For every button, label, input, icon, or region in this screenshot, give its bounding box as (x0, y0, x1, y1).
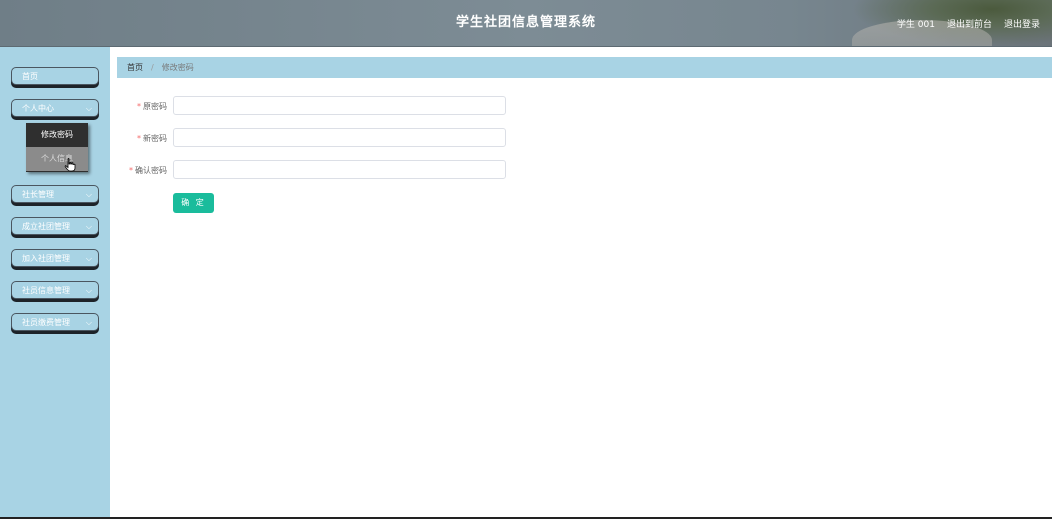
sidebar-item-label: 成立社团管理 (22, 222, 70, 231)
sidebar-item-label: 个人中心 (22, 104, 54, 113)
chevron-down-icon: ⌵ (85, 104, 92, 113)
submit-button[interactable]: 确 定 (173, 193, 214, 213)
breadcrumb-home-link[interactable]: 首页 (127, 62, 143, 73)
sidebar-item-label: 加入社团管理 (22, 254, 70, 263)
submenu-item-personal-info[interactable]: 个人信息 (26, 147, 88, 171)
chevron-down-icon: ⌵ (85, 254, 92, 263)
sidebar-item-personal-center[interactable]: 个人中心 ⌵ (11, 99, 99, 117)
header-links: 学生 001 退出到前台 退出登录 (897, 0, 1040, 46)
sidebar-item-home[interactable]: 首页 (11, 67, 99, 85)
chevron-down-icon: ⌵ (85, 190, 92, 199)
sidebar-item-club-founding-management[interactable]: 成立社团管理 ⌵ (11, 217, 99, 235)
confirm-password-label: * 确认密码 (129, 166, 167, 175)
logout-link[interactable]: 退出登录 (1004, 17, 1040, 30)
current-user-label: 学生 001 (896, 19, 935, 30)
sidebar-item-member-info-management[interactable]: 社员信息管理 ⌵ (11, 281, 99, 299)
site-title: 学生社团信息管理系统 (455, 15, 596, 30)
breadcrumb-separator: / (151, 63, 154, 72)
sidebar-item-member-fee-management[interactable]: 社员缴费管理 ⌵ (11, 313, 99, 331)
chevron-down-icon: ⌵ (85, 318, 92, 327)
sidebar: 首页 个人中心 ⌵ 社长管理 ⌵ 成立社团管理 ⌵ 加入社团管理 ⌵ 社员信息管… (0, 47, 110, 519)
back-to-frontend-link[interactable]: 退出到前台 (947, 17, 992, 30)
sidebar-item-label: 社长管理 (22, 190, 54, 199)
confirm-password-input[interactable] (173, 160, 506, 179)
personal-center-submenu: 修改密码 个人信息 (26, 123, 88, 172)
old-password-label: * 原密码 (137, 102, 167, 111)
old-password-input[interactable] (173, 96, 506, 115)
breadcrumb-current: 修改密码 (161, 63, 194, 72)
new-password-label: * 新密码 (137, 134, 167, 143)
main-content: 首页 / 修改密码 * 原密码 * 新密码 * 确认密码 确 定 (111, 47, 1052, 519)
breadcrumb: 首页 / 修改密码 (117, 57, 1052, 78)
sidebar-item-label: 首页 (22, 72, 38, 81)
chevron-down-icon: ⌵ (85, 286, 92, 295)
sidebar-item-join-club-management[interactable]: 加入社团管理 ⌵ (11, 249, 99, 267)
sidebar-item-president-management[interactable]: 社长管理 ⌵ (11, 185, 99, 203)
new-password-input[interactable] (173, 128, 506, 147)
sidebar-item-label: 社员信息管理 (22, 286, 70, 295)
hand-pointer-cursor-icon (64, 158, 76, 172)
sidebar-item-label: 社员缴费管理 (22, 318, 70, 327)
chevron-down-icon: ⌵ (85, 222, 92, 231)
submenu-item-change-password[interactable]: 修改密码 (26, 123, 88, 147)
